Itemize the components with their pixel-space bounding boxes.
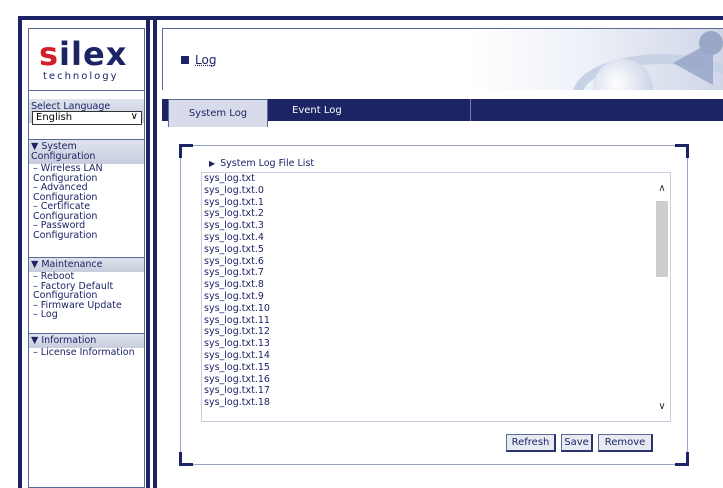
grid-icon <box>181 56 189 64</box>
list-item[interactable]: sys_log.txt.17 <box>204 385 654 397</box>
logo: silex technology <box>29 29 144 91</box>
list-item[interactable]: sys_log.txt.13 <box>204 338 654 350</box>
list-item[interactable]: sys_log.txt.18 <box>204 397 654 409</box>
panel-corner <box>179 452 193 466</box>
tab-divider <box>470 99 471 121</box>
list-item[interactable]: sys_log.txt.11 <box>204 315 654 327</box>
sidebar-item-certificate[interactable]: – Certificate Configuration <box>29 202 144 221</box>
scroll-thumb[interactable] <box>656 201 668 277</box>
decorative-circle-icon <box>699 31 723 55</box>
menu-system-configuration: ▼ System Configuration – Wireless LAN Co… <box>29 139 144 240</box>
list-item[interactable]: sys_log.txt.6 <box>204 256 654 268</box>
chevron-down-icon: ∨ <box>130 111 138 122</box>
tab-system-log[interactable]: System Log <box>168 99 268 127</box>
panel-corner <box>675 144 689 158</box>
list-item[interactable]: sys_log.txt.3 <box>204 220 654 232</box>
list-item[interactable]: sys_log.txt.4 <box>204 232 654 244</box>
scrollbar[interactable]: ∧ ∨ <box>654 173 670 421</box>
menu-maintenance: ▼ Maintenance – Reboot – Factory Default… <box>29 257 144 320</box>
tab-event-log[interactable]: Event Log <box>292 105 342 116</box>
scroll-up-icon[interactable]: ∧ <box>656 183 668 195</box>
page-title: Log <box>181 53 216 67</box>
list-item[interactable]: sys_log.txt.7 <box>204 267 654 279</box>
list-item[interactable]: sys_log.txt.15 <box>204 362 654 374</box>
logo-text: silex <box>39 35 128 73</box>
panel-corner <box>675 452 689 466</box>
list-item[interactable]: sys_log.txt.0 <box>204 185 654 197</box>
logo-subtitle: technology <box>43 71 119 82</box>
frame-separator <box>153 16 157 488</box>
list-item[interactable]: sys_log.txt.1 <box>204 197 654 209</box>
log-file-list[interactable]: sys_log.txt sys_log.txt.0 sys_log.txt.1 sys… <box>201 172 671 422</box>
sidebar-item-advanced[interactable]: – Advanced Configuration <box>29 183 144 202</box>
triangle-right-icon: ▶ <box>209 159 216 168</box>
list-item[interactable]: sys_log.txt.16 <box>204 374 654 386</box>
sidebar: silex technology Select Language English… <box>28 28 145 488</box>
list-item[interactable]: sys_log.txt.10 <box>204 303 654 315</box>
list-title: ▶ System Log File List <box>209 158 315 169</box>
list-item[interactable]: sys_log.txt.12 <box>204 326 654 338</box>
frame-separator <box>146 16 150 488</box>
remove-button[interactable]: Remove <box>598 434 653 452</box>
menu-information: ▼ Information – License Information <box>29 333 144 358</box>
scroll-down-icon[interactable]: ∨ <box>656 401 668 413</box>
list-item[interactable]: sys_log.txt.14 <box>204 350 654 362</box>
sidebar-item-license-information[interactable]: – License Information <box>29 348 144 358</box>
sidebar-item-wireless-lan[interactable]: – Wireless LAN Configuration <box>29 164 144 183</box>
language-select[interactable]: English ∨ <box>32 111 142 125</box>
sidebar-item-password[interactable]: – Password Configuration <box>29 221 144 240</box>
language-value: English <box>36 112 73 123</box>
frame-top-line <box>18 16 723 20</box>
menu-section-header[interactable]: ▼ Maintenance <box>29 258 144 272</box>
log-panel: ▶ System Log File List sys_log.txt sys_log… <box>179 144 689 466</box>
list-item[interactable]: sys_log.txt <box>204 173 654 185</box>
menu-section-header[interactable]: ▼ System Configuration <box>29 140 144 164</box>
save-button[interactable]: Save <box>561 434 593 452</box>
panel-corner <box>179 144 193 158</box>
frame-left-line <box>18 16 22 488</box>
sidebar-item-log[interactable]: – Log <box>29 310 144 320</box>
sidebar-item-factory-default[interactable]: – Factory Default Configuration <box>29 281 144 301</box>
list-item[interactable]: sys_log.txt.8 <box>204 279 654 291</box>
menu-section-header[interactable]: ▼ Information <box>29 334 144 348</box>
tab-bar: System Log Event Log <box>162 99 723 127</box>
refresh-button[interactable]: Refresh <box>506 434 556 452</box>
list-item[interactable]: sys_log.txt.2 <box>204 208 654 220</box>
list-item[interactable]: sys_log.txt.5 <box>204 244 654 256</box>
log-file-items: sys_log.txt sys_log.txt.0 sys_log.txt.1 sys… <box>204 173 654 409</box>
list-item[interactable]: sys_log.txt.9 <box>204 291 654 303</box>
page-header: Log <box>162 28 723 90</box>
